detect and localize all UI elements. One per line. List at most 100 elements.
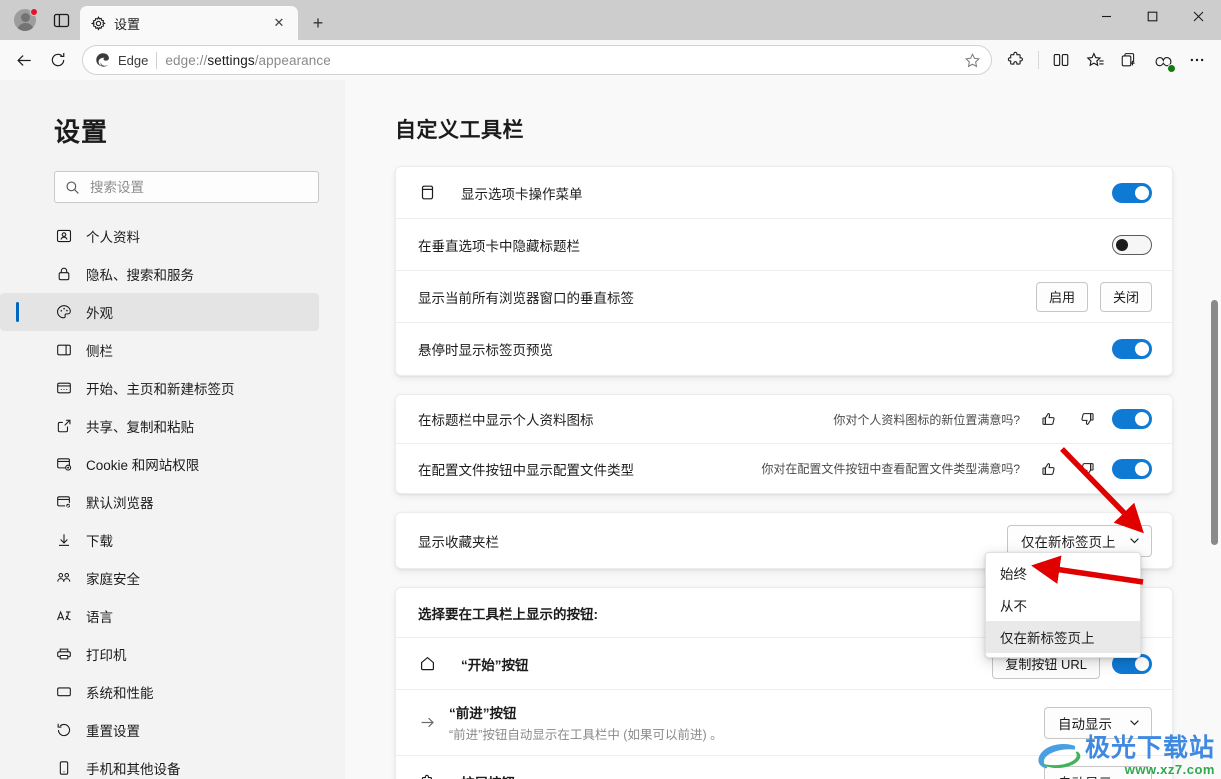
search-input[interactable] (90, 179, 308, 195)
language-icon (55, 608, 72, 625)
profile-avatar-button[interactable] (10, 5, 40, 35)
more-options-icon[interactable] (1181, 44, 1213, 76)
url-text[interactable]: edge://settings/appearance (165, 53, 951, 68)
printer-icon (55, 646, 72, 663)
setting-text-block: “前进”按钮 “前进”按钮自动显示在工具栏中 (如果可以前进) 。 (449, 702, 723, 743)
sidebar-item-label: 语言 (86, 610, 113, 625)
edge-logo-icon (96, 53, 109, 67)
card-header-label: 选择要在工具栏上显示的按钮: (418, 606, 598, 622)
thumbs-down-icon[interactable] (1074, 456, 1100, 482)
enable-button[interactable]: 启用 (1035, 281, 1088, 312)
sidebar-item-label: 默认浏览器 (86, 496, 154, 511)
setting-description: “前进”按钮自动显示在工具栏中 (如果可以前进) 。 (449, 728, 723, 742)
toggle-profile-icon-titlebar[interactable] (1112, 409, 1152, 429)
share-icon (55, 418, 72, 435)
option-new-tab-only[interactable]: 仅在新标签页上 (986, 621, 1140, 653)
setting-label: “开始”按钮 (461, 657, 529, 673)
forward-button-dropdown[interactable]: 自动显示 (1044, 706, 1152, 739)
refresh-icon[interactable] (42, 44, 74, 76)
extensions-puzzle-icon[interactable] (1000, 44, 1032, 76)
collections-icon[interactable] (1113, 44, 1145, 76)
section-title: 自定义工具栏 (395, 119, 524, 142)
tab-actions-menu-icon[interactable] (46, 5, 76, 35)
chevron-down-icon (1128, 776, 1141, 779)
option-always[interactable]: 始终 (986, 557, 1140, 589)
puzzle-icon (418, 773, 437, 779)
favorite-star-icon[interactable] (959, 47, 985, 73)
maximize-button[interactable] (1129, 0, 1175, 32)
setting-row-forward-button: “前进”按钮 “前进”按钮自动显示在工具栏中 (如果可以前进) 。 自动显示 (396, 690, 1172, 756)
sidebar-item-cookies[interactable]: Cookie 和网站权限 (0, 445, 319, 483)
close-window-button[interactable] (1175, 0, 1221, 32)
toolbar-options-card: 显示选项卡操作菜单 在垂直选项卡中隐藏标题栏 显示当前所有浏览器窗口的垂直标签 … (395, 166, 1173, 376)
setting-row-profile-icon-titlebar: 在标题栏中显示个人资料图标 你对个人资料图标的新位置满意吗? (396, 395, 1172, 444)
sidebar-item-profile[interactable]: 个人资料 (0, 217, 319, 255)
browser-tab-settings[interactable]: 设置 ✕ (80, 6, 298, 40)
window-controls (1083, 0, 1221, 32)
sidebar-item-startup[interactable]: 开始、主页和新建标签页 (0, 369, 319, 407)
sidebar-item-appearance[interactable]: 外观 (0, 293, 319, 331)
profile-icon (55, 228, 72, 245)
back-arrow-icon[interactable] (8, 44, 40, 76)
sidebar-item-label: 重置设置 (86, 724, 140, 739)
minimize-button[interactable] (1083, 0, 1129, 32)
setting-label: 显示选项卡操作菜单 (461, 186, 583, 202)
setting-label: 在垂直选项卡中隐藏标题栏 (418, 238, 580, 254)
setting-label: “前进”按钮 (449, 706, 517, 721)
search-icon (66, 180, 79, 194)
toggle-hover-preview[interactable] (1112, 339, 1152, 359)
address-bar[interactable]: Edge edge://settings/appearance (82, 45, 992, 75)
sidebar-item-languages[interactable]: 语言 (0, 597, 319, 635)
thumbs-up-icon[interactable] (1036, 456, 1062, 482)
gear-icon (91, 15, 106, 31)
thumbs-down-icon[interactable] (1074, 406, 1100, 432)
sidebar-item-reset[interactable]: 重置设置 (0, 711, 319, 749)
sidebar-item-label: 下载 (86, 534, 113, 549)
sidebar-item-sidebar[interactable]: 侧栏 (0, 331, 319, 369)
download-icon (55, 532, 72, 549)
lock-icon (55, 266, 72, 283)
toggle-profile-type-button[interactable] (1112, 458, 1152, 479)
search-settings-box[interactable] (54, 171, 319, 203)
setting-row-extensions-button: 扩展按钮 自动显示 (396, 756, 1172, 779)
sidebar-item-privacy[interactable]: 隐私、搜索和服务 (0, 255, 319, 293)
content-scrollbar[interactable] (1206, 80, 1221, 779)
title-bar: 设置 ✕ + (0, 0, 1221, 40)
new-tab-button[interactable]: + (304, 9, 332, 37)
address-divider (156, 51, 158, 69)
favorites-list-icon[interactable] (1079, 44, 1111, 76)
settings-sidebar: 设置 个人资料 (0, 80, 345, 779)
option-never[interactable]: 从不 (986, 589, 1140, 621)
toggle-tab-actions-menu[interactable] (1112, 182, 1152, 203)
notification-dot-icon (30, 8, 38, 16)
tab-close-icon[interactable]: ✕ (268, 12, 290, 34)
sidebar-item-family[interactable]: 家庭安全 (0, 559, 319, 597)
settings-page: 设置 个人资料 (0, 80, 1221, 779)
extensions-button-dropdown[interactable]: 自动显示 (1044, 766, 1152, 779)
sidebar-item-default-browser[interactable]: 默认浏览器 (0, 483, 319, 521)
sidebar-item-label: 打印机 (86, 648, 127, 663)
setting-row-vertical-tabs-all-windows: 显示当前所有浏览器窗口的垂直标签 启用 关闭 (396, 271, 1172, 323)
sidebar-icon (55, 342, 72, 359)
split-screen-icon[interactable] (1045, 44, 1077, 76)
sidebar-item-downloads[interactable]: 下载 (0, 521, 319, 559)
toggle-hide-titlebar[interactable] (1112, 234, 1152, 255)
sidebar-item-system[interactable]: 系统和性能 (0, 673, 319, 711)
disable-button[interactable]: 关闭 (1099, 281, 1152, 312)
scrollbar-thumb[interactable] (1211, 300, 1218, 545)
sidebar-item-printers[interactable]: 打印机 (0, 635, 319, 673)
setting-label: 显示收藏夹栏 (418, 534, 499, 550)
sidebar-item-share[interactable]: 共享、复制和粘贴 (0, 407, 319, 445)
setting-row-hover-preview: 悬停时显示标签页预览 (396, 323, 1172, 375)
sidebar-item-phone[interactable]: 手机和其他设备 (0, 749, 319, 779)
home-page-icon (55, 380, 72, 397)
setting-row-tab-actions-menu: 显示选项卡操作菜单 (396, 167, 1172, 219)
forward-arrow-icon (418, 713, 437, 732)
sidebar-item-label: 侧栏 (86, 344, 113, 359)
thumbs-up-icon[interactable] (1036, 406, 1062, 432)
copilot-icon[interactable] (1147, 44, 1179, 76)
dropdown-value: 仅在新标签页上 (1021, 534, 1116, 550)
edge-site-badge: Edge (95, 52, 148, 68)
system-icon (55, 684, 72, 701)
setting-label: 悬停时显示标签页预览 (418, 343, 553, 358)
